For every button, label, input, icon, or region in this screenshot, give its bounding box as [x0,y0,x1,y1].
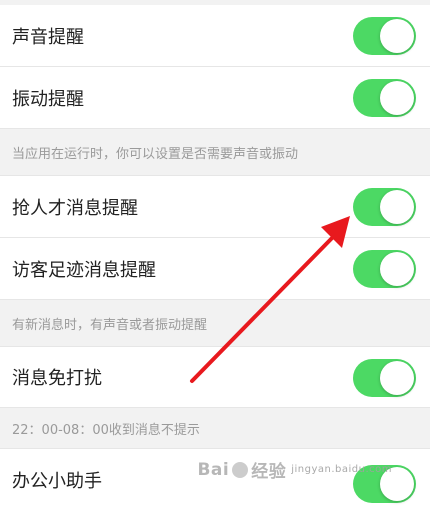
paw-icon [232,461,249,478]
setting-row-visitor: 访客足迹消息提醒 [0,238,430,300]
toggle-knob [380,81,414,115]
watermark-domain: jingyan.baidu.com [291,464,392,475]
notification-settings-screen: 声音提醒 振动提醒 当应用在运行时，你可以设置是否需要声音或振动 抢人才消息提醒… [0,0,430,510]
toggle-knob [380,361,414,395]
section-note-vibration: 当应用在运行时，你可以设置是否需要声音或振动 [0,129,430,175]
setting-label-visitor: 访客足迹消息提醒 [12,259,156,281]
toggle-knob [380,19,414,53]
setting-row-sound: 声音提醒 [0,5,430,67]
section-note-dnd: 22：00-08：00收到消息不提示 [0,408,430,448]
setting-label-sound: 声音提醒 [12,26,84,48]
section-note-visitor: 有新消息时，有声音或者振动提醒 [0,300,430,346]
talent-toggle[interactable] [353,188,416,226]
setting-row-dnd: 消息免打扰 [0,346,430,408]
toggle-knob [380,252,414,286]
toggle-knob [380,190,414,224]
setting-label-talent: 抢人才消息提醒 [12,197,138,219]
watermark-brand-suffix: 经验 [251,462,287,482]
setting-label-assistant: 办公小助手 [12,470,102,492]
dnd-toggle[interactable] [353,359,416,397]
sound-toggle[interactable] [353,17,416,55]
setting-row-vibration: 振动提醒 [0,67,430,129]
setting-label-vibration: 振动提醒 [12,88,84,110]
setting-row-talent: 抢人才消息提醒 [0,175,430,238]
vibration-toggle[interactable] [353,79,416,117]
watermark-brand: Bai [197,459,230,480]
visitor-toggle[interactable] [353,250,416,288]
setting-label-dnd: 消息免打扰 [12,368,102,389]
baidu-jingyan-watermark: Bai 经验 jingyan.baidu.com [197,457,392,483]
